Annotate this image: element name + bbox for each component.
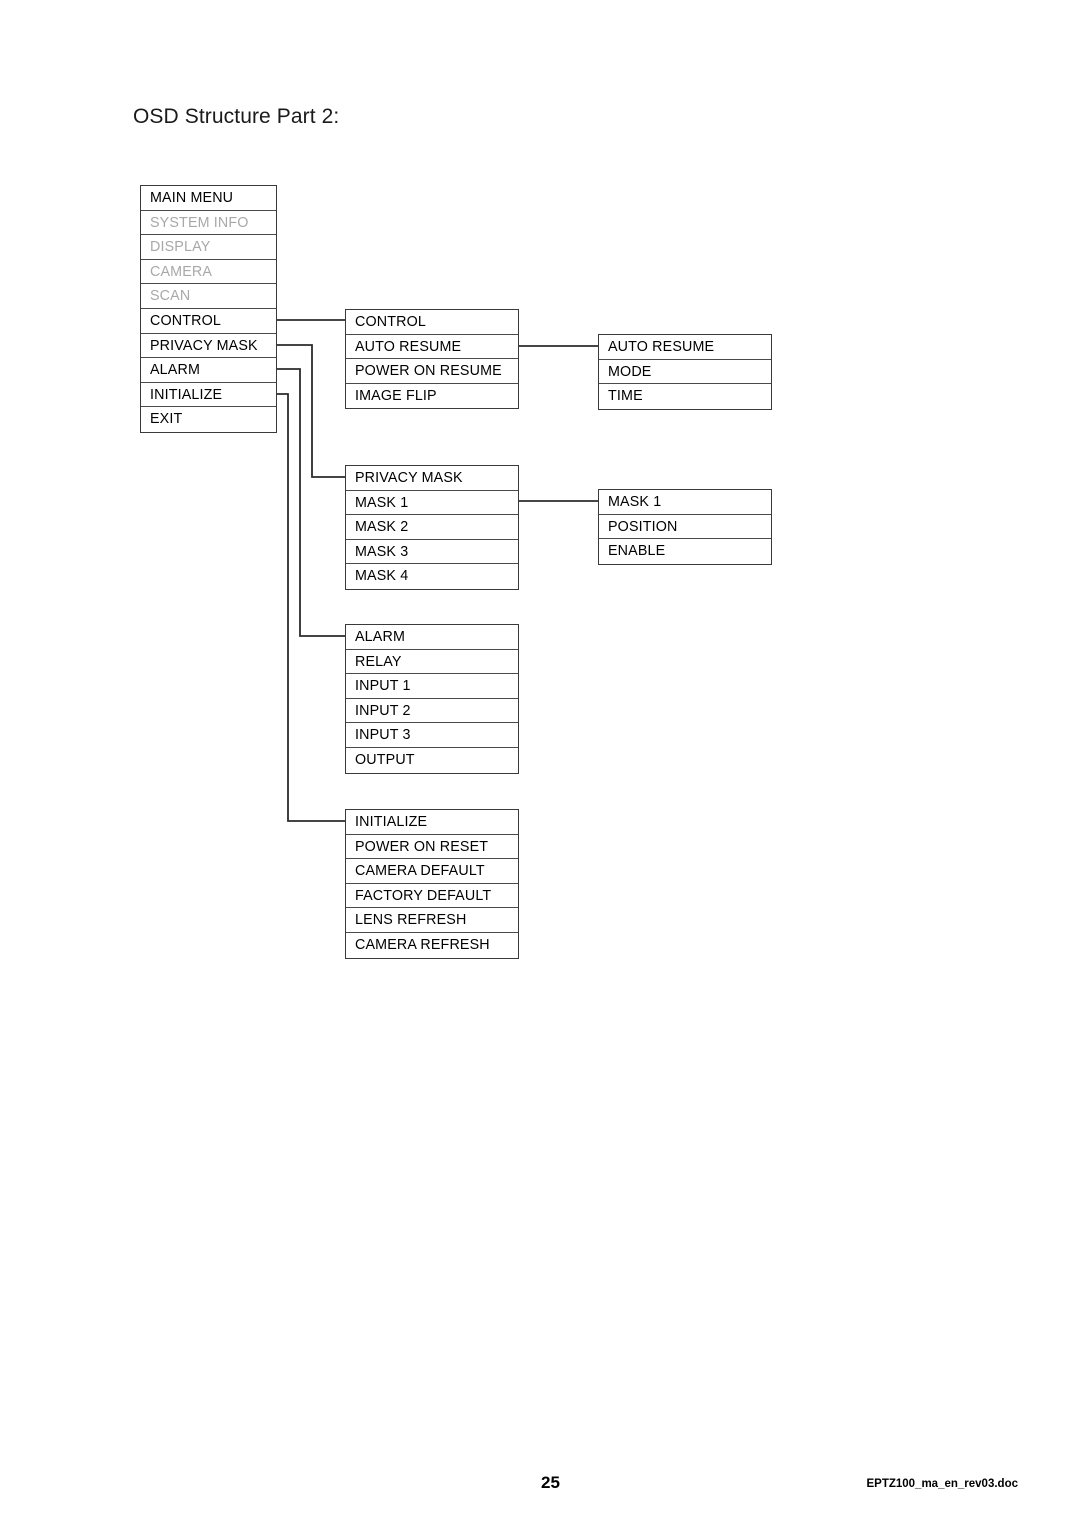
menu-row-main-menu-alarm[interactable]: ALARM xyxy=(141,358,276,383)
menu-box-control: CONTROL AUTO RESUME POWER ON RESUME IMAGE F… xyxy=(345,309,519,410)
menu-row-main-menu-display[interactable]: DISPLAY xyxy=(141,235,276,260)
menu-row-alarm-relay[interactable]: RELAY xyxy=(346,649,518,675)
menu-box-privacy-mask: PRIVACY MASK MASK 1 MASK 2 MASK 3 MASK 4 xyxy=(345,465,519,590)
document-page: OSD Structure Part 2: MAIN MENU SYSTEM IN… xyxy=(0,0,1080,1528)
menu-row-initialize-factory-default[interactable]: FACTORY DEFAULT xyxy=(346,883,518,909)
menu-box-initialize: INITIALIZE POWER ON RESET CAMERA DEFAULT FA… xyxy=(345,809,519,959)
menu-row-control-control[interactable]: CONTROL xyxy=(346,310,518,335)
menu-row-privacy-mask-privacy-mask[interactable]: PRIVACY MASK xyxy=(346,466,518,491)
menu-box-auto-resume: AUTO RESUME MODE TIME xyxy=(598,334,772,410)
menu-row-auto-resume-time[interactable]: TIME xyxy=(599,384,771,409)
menu-row-alarm-input-1[interactable]: INPUT 1 xyxy=(346,674,518,699)
menu-row-control-auto-resume[interactable]: AUTO RESUME xyxy=(346,334,518,360)
menu-row-main-menu-exit[interactable]: EXIT xyxy=(141,407,276,432)
menu-row-initialize-power-on-reset[interactable]: POWER ON RESET xyxy=(346,834,518,860)
menu-row-privacy-mask-mask-4[interactable]: MASK 4 xyxy=(346,564,518,589)
menu-row-auto-resume-auto-resume[interactable]: AUTO RESUME xyxy=(599,335,771,360)
menu-row-control-power-on-resume[interactable]: POWER ON RESUME xyxy=(346,359,518,384)
menu-row-main-menu-initialize[interactable]: INITIALIZE xyxy=(141,382,276,408)
menu-row-initialize-camera-default[interactable]: CAMERA DEFAULT xyxy=(346,859,518,884)
menu-row-main-menu-privacy-mask[interactable]: PRIVACY MASK xyxy=(141,333,276,359)
connector-privacy-mask xyxy=(277,344,345,478)
connector-initialize xyxy=(277,393,345,822)
menu-row-initialize-initialize[interactable]: INITIALIZE xyxy=(346,810,518,835)
menu-row-alarm-alarm[interactable]: ALARM xyxy=(346,625,518,650)
menu-row-mask-1-mask-1[interactable]: MASK 1 xyxy=(599,490,771,515)
menu-box-mask-1: MASK 1 POSITION ENABLE xyxy=(598,489,772,565)
footer-page-number: 25 xyxy=(541,1473,560,1492)
menu-row-auto-resume-mode[interactable]: MODE xyxy=(599,359,771,385)
menu-row-initialize-camera-refresh[interactable]: CAMERA REFRESH xyxy=(346,932,518,958)
connector-alarm xyxy=(277,368,345,637)
menu-row-main-menu-system-info[interactable]: SYSTEM INFO xyxy=(141,210,276,236)
menu-row-alarm-output[interactable]: OUTPUT xyxy=(346,747,518,773)
menu-row-privacy-mask-mask-1[interactable]: MASK 1 xyxy=(346,490,518,516)
menu-row-control-image-flip[interactable]: IMAGE FLIP xyxy=(346,383,518,409)
menu-row-privacy-mask-mask-3[interactable]: MASK 3 xyxy=(346,539,518,565)
menu-row-alarm-input-2[interactable]: INPUT 2 xyxy=(346,698,518,724)
menu-row-privacy-mask-mask-2[interactable]: MASK 2 xyxy=(346,515,518,540)
menu-row-main-menu-main-menu[interactable]: MAIN MENU xyxy=(141,186,276,211)
menu-row-main-menu-control[interactable]: CONTROL xyxy=(141,308,276,334)
menu-row-alarm-input-3[interactable]: INPUT 3 xyxy=(346,723,518,748)
menu-box-alarm: ALARM RELAY INPUT 1 INPUT 2 INPUT 3 OUTPUT xyxy=(345,624,519,774)
menu-row-mask-1-enable[interactable]: ENABLE xyxy=(599,539,771,564)
page-title: OSD Structure Part 2: xyxy=(133,105,340,128)
menu-row-main-menu-camera[interactable]: CAMERA xyxy=(141,259,276,285)
menu-row-mask-1-position[interactable]: POSITION xyxy=(599,514,771,540)
menu-row-main-menu-scan[interactable]: SCAN xyxy=(141,284,276,309)
menu-row-initialize-lens-refresh[interactable]: LENS REFRESH xyxy=(346,908,518,933)
menu-box-main-menu: MAIN MENU SYSTEM INFO DISPLAY CAMERA SCAN CON… xyxy=(140,185,277,433)
footer-doc-name: EPTZ100_ma_en_rev03.doc xyxy=(866,1478,1018,1490)
